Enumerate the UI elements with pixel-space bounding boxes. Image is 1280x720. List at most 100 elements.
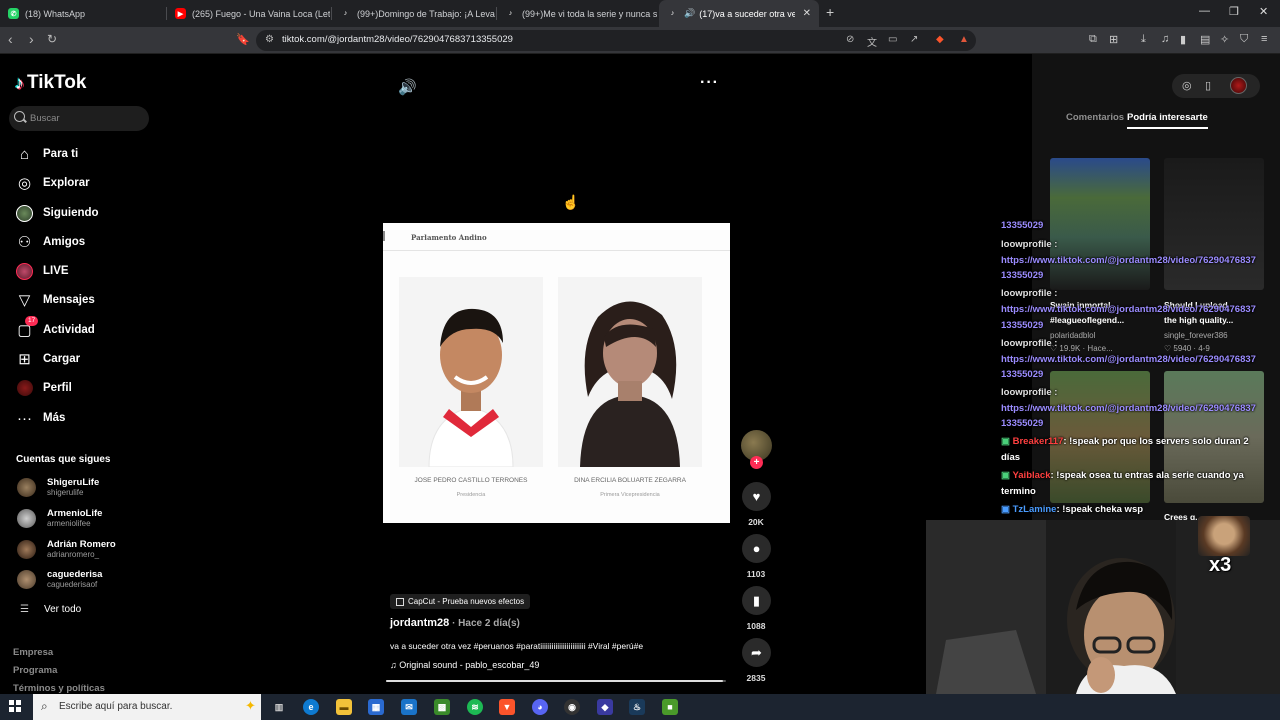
forward-button[interactable]: › xyxy=(29,31,34,47)
profile-icon xyxy=(16,380,33,397)
search-placeholder: Buscar xyxy=(30,113,60,124)
nav-mas[interactable]: ··· Más xyxy=(16,407,65,429)
tab-podria-interesarte[interactable]: Podría interesarte xyxy=(1127,112,1208,129)
share-icon[interactable]: ↗ xyxy=(910,34,918,45)
video-description[interactable]: va a suceder otra vez #peruanos #paratii… xyxy=(390,641,710,651)
device-icon[interactable]: ▯ xyxy=(1205,79,1211,92)
follow-plus-icon[interactable]: + xyxy=(750,456,763,469)
avatar xyxy=(17,570,36,589)
wallet-icon[interactable]: ▤ xyxy=(1200,33,1210,46)
edge-icon[interactable]: e xyxy=(303,699,319,715)
see-all-button[interactable]: ☰ Ver todo xyxy=(20,604,81,615)
nav-explorar[interactable]: ◎ Explorar xyxy=(16,172,90,194)
mail-icon[interactable]: ✉ xyxy=(401,699,417,715)
nav-label: Siguiendo xyxy=(43,207,99,219)
nav-mensajes[interactable]: ▽ Mensajes xyxy=(16,289,95,311)
reader-off-icon[interactable]: ⊘ xyxy=(846,34,854,45)
reload-button[interactable]: ↻ xyxy=(47,32,57,46)
vpn-shield-icon[interactable]: ⛉ xyxy=(1240,33,1248,46)
nav-para-ti[interactable]: ⌂ Para ti xyxy=(16,143,78,165)
nav-amigos[interactable]: ⚇ Amigos xyxy=(16,231,85,253)
nav-live[interactable]: LIVE xyxy=(16,260,69,282)
taskbar-search-input[interactable]: ⌕ Escribe aquí para buscar. ✦ xyxy=(33,694,261,720)
footer-link[interactable]: Programa xyxy=(13,665,57,676)
video-player[interactable]: 🔊 ··· ☝ Parlamento Andino JOSE PEDRO CAS… xyxy=(160,54,1032,694)
address-bar[interactable]: ⚙ tiktok.com/@jordantm28/video/762904768… xyxy=(256,30,976,51)
tab-tiktok-2[interactable]: ♪ (99+)Me vi toda la serie y nunca sali xyxy=(497,0,657,27)
sidebar-toggle-icon[interactable]: ▮ xyxy=(1180,33,1186,46)
nav-cargar[interactable]: ⊞ Cargar xyxy=(16,348,80,370)
brave-shields-icon[interactable]: ◆ xyxy=(936,34,944,45)
translate-icon[interactable]: 文 xyxy=(867,34,877,49)
restore-button[interactable]: ❐ xyxy=(1229,5,1239,18)
tiktok-logo[interactable]: ♪ TikTok xyxy=(15,72,86,94)
media-icon[interactable]: ♫ xyxy=(1161,33,1169,45)
minecraft-icon[interactable]: ▩ xyxy=(434,699,450,715)
menu-icon[interactable]: ≡ xyxy=(1261,33,1267,45)
share-button[interactable]: ➦ xyxy=(742,638,771,667)
store-icon[interactable]: ▦ xyxy=(368,699,384,715)
download-icon[interactable]: ⤓ xyxy=(1141,33,1146,46)
following-item[interactable]: Adrián Romero adrianromero_ xyxy=(17,537,157,563)
nav-siguiendo[interactable]: Siguiendo xyxy=(16,202,99,224)
author-line[interactable]: jordantm28 · Hace 2 día(s) xyxy=(390,617,520,629)
cast-icon[interactable]: ▭ xyxy=(888,34,897,45)
more-options-icon[interactable]: ··· xyxy=(700,74,719,92)
recommended-tag[interactable]: #leagueoflegend... xyxy=(1050,315,1124,325)
recommended-user[interactable]: single_forever386 xyxy=(1164,331,1228,340)
recommended-thumbnail[interactable] xyxy=(1050,158,1150,290)
nav-actividad[interactable]: ▢ 17 Actividad xyxy=(16,315,95,341)
steam-icon[interactable]: ♨ xyxy=(629,699,645,715)
recommended-tag[interactable]: the high quality... xyxy=(1164,315,1233,325)
like-button[interactable]: ♥ xyxy=(742,482,771,511)
comment-button[interactable]: ● xyxy=(742,534,771,563)
extensions-icon[interactable]: ⧉ xyxy=(1089,33,1097,46)
recommended-stats: ♡ 19.9K · Hace... xyxy=(1050,344,1113,353)
share-arrow-icon: ➦ xyxy=(751,644,762,660)
task-view-icon[interactable]: ▥ xyxy=(271,699,287,715)
tab-comentarios[interactable]: Comentarios xyxy=(1066,112,1124,123)
brave-icon[interactable]: ▼ xyxy=(499,699,515,715)
tab-whatsapp[interactable]: ✆ (18) WhatsApp xyxy=(0,0,165,27)
vpn-icon[interactable]: ◆ xyxy=(597,699,613,715)
sparkle-icon: ✦ xyxy=(245,698,256,713)
tab-tiktok-1[interactable]: ♪ (99+)Domingo de Trabajo: ¡A Levant xyxy=(332,0,495,27)
search-input[interactable]: Buscar xyxy=(9,106,149,131)
nav-perfil[interactable]: Perfil xyxy=(16,377,72,399)
minecraft-launcher-icon[interactable]: ■ xyxy=(662,699,678,715)
new-tab-button[interactable]: + xyxy=(826,4,834,20)
following-item[interactable]: ShigeruLife shigerulife xyxy=(17,475,157,501)
spotify-icon[interactable]: ≋ xyxy=(467,699,483,715)
chat-line: 13355029 xyxy=(1001,320,1044,331)
browser-tab-strip: ✆ (18) WhatsApp ▶ (265) Fuego - Una Vain… xyxy=(0,0,1280,27)
emote-overlay-icon xyxy=(1198,516,1250,556)
sound-link[interactable]: ♫ Original sound - pablo_escobar_49 xyxy=(390,660,539,670)
tab-title: (265) Fuego - Una Vaina Loca (Letra/ xyxy=(192,8,330,19)
volume-icon[interactable]: 🔊 xyxy=(398,78,417,96)
leo-ai-icon[interactable]: ✧ xyxy=(1220,33,1229,46)
recommended-thumbnail[interactable] xyxy=(1164,158,1264,290)
discord-icon[interactable]: ◕ xyxy=(532,699,548,715)
site-info-icon[interactable]: ⚙ xyxy=(265,34,274,45)
back-button[interactable]: ‹ xyxy=(8,31,13,47)
video-progress-bar[interactable] xyxy=(386,680,726,682)
brave-rewards-icon[interactable]: ▲ xyxy=(959,34,969,45)
minimize-button[interactable]: — xyxy=(1199,5,1210,17)
tab-tiktok-active[interactable]: ♪ 🔊 (17)va a suceder otra vez #pe ✕ xyxy=(659,0,819,27)
compass-icon[interactable]: ◎ xyxy=(1182,79,1192,92)
windows-start-icon[interactable] xyxy=(9,700,21,712)
footer-link[interactable]: Empresa xyxy=(13,647,53,658)
footer-link[interactable]: Términos y políticas xyxy=(13,683,105,694)
following-item[interactable]: ArmenioLife armeniolifee xyxy=(17,506,157,532)
save-button[interactable]: ▮ xyxy=(742,586,771,615)
capcut-effect-link[interactable]: CapCut - Prueba nuevos efectos xyxy=(390,594,531,609)
close-tab-icon[interactable]: ✕ xyxy=(803,8,811,19)
following-item[interactable]: caguederisa caguederisaof xyxy=(17,567,157,593)
profile-avatar[interactable] xyxy=(1230,77,1247,94)
tab-youtube[interactable]: ▶ (265) Fuego - Una Vaina Loca (Letra/ xyxy=(167,0,330,27)
tab-search-icon[interactable]: ⊞ xyxy=(1109,33,1118,46)
bookmark-icon[interactable]: 🔖 xyxy=(236,33,250,46)
obs-icon[interactable]: ◉ xyxy=(564,699,580,715)
file-explorer-icon[interactable]: ▬ xyxy=(336,699,352,715)
close-window-button[interactable]: ✕ xyxy=(1259,5,1268,18)
